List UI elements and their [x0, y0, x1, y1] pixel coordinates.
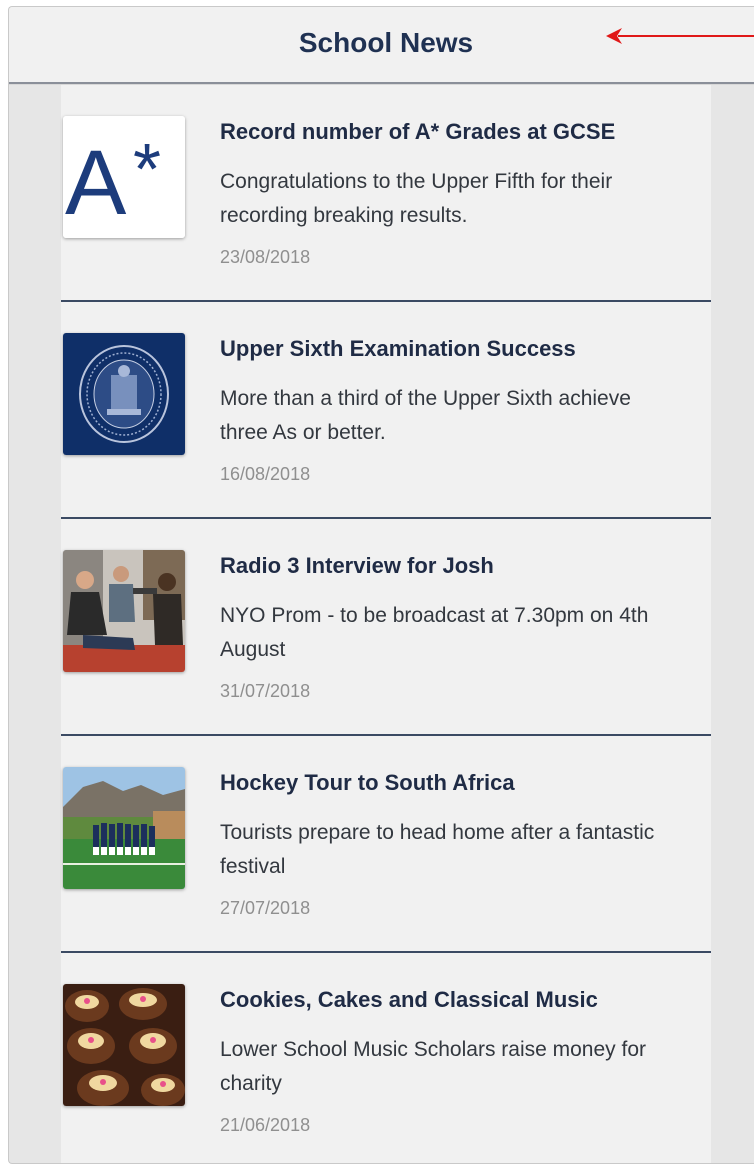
a-star-grade-thumbnail[interactable]: A * — [63, 116, 185, 238]
news-summary: Lower School Music Scholars raise money … — [220, 1038, 647, 1095]
news-summary: NYO Prom - to be broadcast at 7.30pm on … — [220, 604, 649, 661]
news-item-radio-interview[interactable]: Radio 3 Interview for Josh NYO Prom - to… — [61, 519, 711, 736]
radio-interview-photo[interactable] — [63, 550, 185, 672]
news-list: A * Record number of A* Grades at GCSE C… — [61, 85, 711, 1163]
school-seal-thumbnail[interactable] — [63, 333, 185, 455]
news-summary: More than a third of the Upper Sixth ach… — [220, 387, 631, 444]
news-title[interactable]: Record number of A* Grades at GCSE — [220, 119, 690, 145]
svg-text:A: A — [65, 132, 127, 234]
news-item-upper-sixth[interactable]: Upper Sixth Examination Success More tha… — [61, 302, 711, 519]
news-item-hockey-tour[interactable]: Hockey Tour to South Africa Tourists pre… — [61, 736, 711, 953]
news-title[interactable]: Cookies, Cakes and Classical Music — [220, 987, 690, 1013]
news-date: 31/07/2018 — [220, 681, 311, 701]
news-panel: School News A * Record number of A* Grad… — [8, 6, 754, 1164]
news-summary: Tourists prepare to head home after a fa… — [220, 821, 655, 878]
hockey-team-photo[interactable] — [63, 767, 185, 889]
news-item-gcse[interactable]: A * Record number of A* Grades at GCSE C… — [61, 85, 711, 302]
news-date: 27/07/2018 — [220, 898, 311, 918]
news-title[interactable]: Hockey Tour to South Africa — [220, 770, 690, 796]
news-item-cookies-cakes[interactable]: Cookies, Cakes and Classical Music Lower… — [61, 953, 711, 1163]
news-date: 23/08/2018 — [220, 247, 311, 267]
annotation-arrow-icon — [606, 28, 754, 44]
news-title[interactable]: Upper Sixth Examination Success — [220, 336, 690, 362]
news-date: 16/08/2018 — [220, 464, 311, 484]
news-title[interactable]: Radio 3 Interview for Josh — [220, 553, 690, 579]
cupcakes-photo[interactable] — [63, 984, 185, 1106]
news-date: 21/06/2018 — [220, 1115, 311, 1135]
news-summary: Congratulations to the Upper Fifth for t… — [220, 170, 613, 227]
svg-text:*: * — [133, 130, 161, 210]
